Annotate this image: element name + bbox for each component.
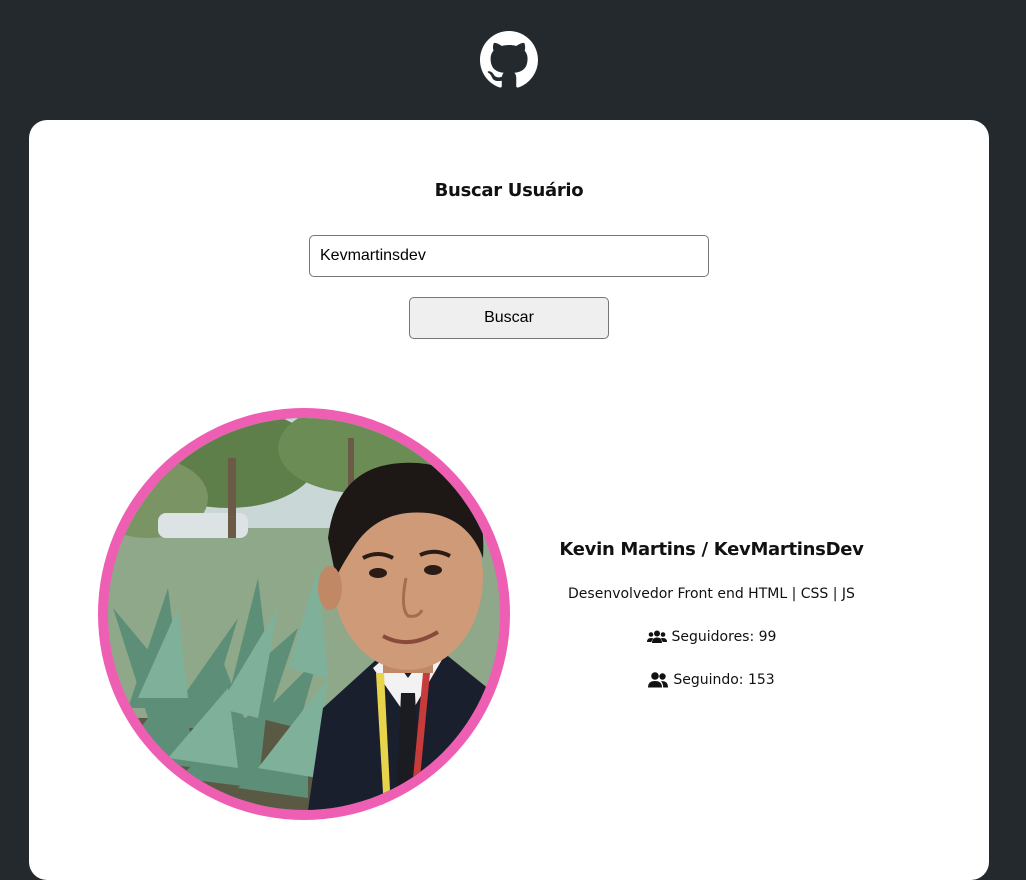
top-bar xyxy=(0,0,1026,120)
user-friends-icon xyxy=(648,672,669,688)
profile-bio: Desenvolvedor Front end HTML | CSS | JS xyxy=(568,586,855,602)
search-button[interactable]: Buscar xyxy=(409,297,609,339)
profile-name: Kevin Martins / KevMartinsDev xyxy=(559,539,864,560)
followers-text: Seguidores: 99 xyxy=(671,629,777,645)
profile-info: Kevin Martins / KevMartinsDev Desenvolve… xyxy=(509,538,914,690)
search-card: Buscar Usuário Buscar xyxy=(29,120,989,880)
search-input[interactable] xyxy=(309,235,709,277)
avatar xyxy=(108,418,500,810)
users-icon xyxy=(646,630,667,644)
following-text: Seguindo: 153 xyxy=(673,672,775,688)
avatar-ring xyxy=(98,408,510,820)
page-title: Buscar Usuário xyxy=(434,180,584,201)
followers-stat: Seguidores: 99 xyxy=(509,627,914,647)
following-stat: Seguindo: 153 xyxy=(509,670,914,690)
github-icon[interactable] xyxy=(480,31,538,89)
